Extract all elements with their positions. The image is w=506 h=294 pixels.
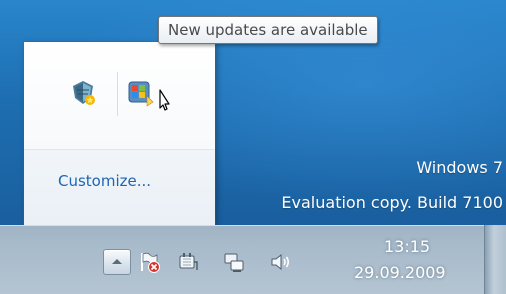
customize-link[interactable]: Customize... — [58, 172, 151, 190]
clock-time[interactable]: 13:15 — [384, 237, 430, 256]
security-center-icon[interactable] — [68, 78, 98, 108]
taskbar — [0, 225, 506, 294]
windows-update-icon[interactable] — [125, 78, 155, 108]
windows-watermark-title: Windows 7 — [416, 158, 503, 177]
notification-area-overflow-popup: Customize... — [24, 42, 215, 227]
clock-date[interactable]: 29.09.2009 — [354, 263, 446, 282]
show-hidden-icons-button[interactable] — [103, 249, 131, 275]
chevron-up-icon — [112, 259, 122, 264]
show-desktop-button[interactable] — [484, 225, 506, 294]
network-icon[interactable] — [222, 250, 246, 274]
overflow-icons-area — [24, 42, 215, 149]
windows-watermark-build: Evaluation copy. Build 7100 — [281, 193, 503, 212]
mouse-cursor-icon — [159, 89, 170, 111]
volume-icon[interactable] — [268, 250, 292, 274]
power-icon[interactable] — [176, 250, 200, 274]
action-center-flag-icon[interactable] — [137, 250, 161, 274]
icon-separator — [117, 72, 118, 116]
update-tooltip: New updates are available — [158, 16, 378, 44]
